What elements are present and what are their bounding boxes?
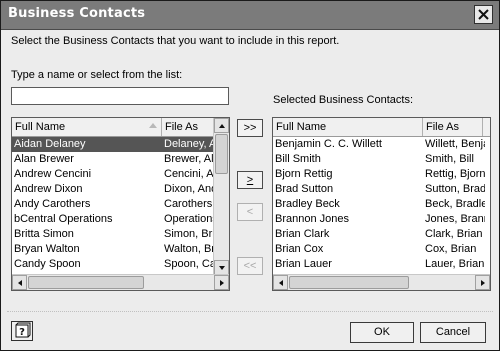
column-header-file-as[interactable]: File As — [162, 118, 217, 136]
add-all-button[interactable]: >> — [237, 119, 263, 137]
contact-full-name: Brannon Jones — [275, 213, 349, 225]
arrow-right-icon — [481, 280, 485, 286]
scroll-left-button[interactable] — [273, 275, 288, 290]
contact-full-name: Bjorn Rettig — [275, 168, 333, 180]
contact-full-name: Benjamin C. C. Willett — [275, 138, 382, 150]
list-item[interactable]: Andy Carothers Carothers, — [12, 197, 229, 212]
list-item[interactable]: Aidan Delaney Delaney, Ai — [12, 137, 229, 152]
list-item[interactable]: Bjorn Rettig Rettig, Bjorn — [273, 167, 490, 182]
available-list-header: Full Name File As — [12, 118, 229, 137]
contact-full-name: Aidan Delaney — [14, 138, 86, 150]
footer-separator — [7, 311, 493, 312]
contact-file-as: Lauer, Brian — [425, 258, 485, 270]
available-rows: Aidan Delaney Delaney, Ai Alan Brewer Brewe… — [12, 137, 229, 287]
scroll-down-button[interactable] — [214, 260, 229, 275]
remove-button[interactable]: < — [237, 203, 263, 221]
cancel-button[interactable]: Cancel — [420, 322, 486, 343]
scroll-right-button[interactable] — [214, 275, 229, 290]
contact-full-name: Britta Simon — [14, 228, 74, 240]
contact-full-name: Alan Brewer — [14, 153, 74, 165]
contact-full-name: Brian Clark — [275, 228, 330, 240]
sort-ascending-icon — [149, 123, 157, 128]
vertical-scroll-thumb[interactable] — [215, 134, 228, 174]
list-item[interactable]: Candy Spoon Spoon, Can — [12, 257, 229, 272]
help-book-icon: ? — [15, 322, 31, 338]
column-header-full-name[interactable]: Full Name — [12, 118, 162, 136]
list-item[interactable]: Brian Clark Clark, Brian — [273, 227, 490, 242]
contact-full-name: Bill Smith — [275, 153, 321, 165]
selected-rows: Benjamin C. C. Willett Willett, Benjam Bil… — [273, 137, 490, 272]
contact-file-as: Sutton, Brad — [425, 183, 485, 195]
contact-file-as: Jones, Brannon — [425, 213, 485, 225]
list-item[interactable]: Alan Brewer Brewer, Ala — [12, 152, 229, 167]
column-header-label: File As — [426, 121, 460, 133]
available-horizontal-scrollbar[interactable] — [12, 274, 229, 290]
contact-full-name: Brad Sutton — [275, 183, 334, 195]
horizontal-scroll-thumb[interactable] — [28, 276, 144, 289]
arrow-up-icon — [219, 124, 225, 128]
list-item[interactable]: bCentral Operations Operations, — [12, 212, 229, 227]
column-header-label: Full Name — [15, 121, 66, 133]
contact-file-as: Cox, Brian — [425, 243, 477, 255]
column-header-label: File As — [165, 121, 199, 133]
add-button[interactable]: > — [237, 171, 263, 189]
contact-full-name: Bryan Walton — [14, 243, 80, 255]
svg-text:?: ? — [19, 327, 25, 338]
close-icon — [478, 9, 489, 20]
search-label: Type a name or select from the list: — [11, 69, 182, 81]
list-item[interactable]: Andrew Dixon Dixon, Andr — [12, 182, 229, 197]
title-bar: Business Contacts — [1, 1, 499, 30]
instruction-text: Select the Business Contacts that you wa… — [11, 35, 340, 47]
dialog-title: Business Contacts — [8, 6, 146, 21]
list-item[interactable]: Brad Sutton Sutton, Brad — [273, 182, 490, 197]
contact-file-as: Willett, Benjam — [425, 138, 485, 150]
contact-full-name: Brian Lauer — [275, 258, 332, 270]
list-item[interactable]: Brian Lauer Lauer, Brian — [273, 257, 490, 272]
list-item[interactable]: Bill Smith Smith, Bill — [273, 152, 490, 167]
available-contacts-list[interactable]: Full Name File As Aidan Delaney Delaney, … — [11, 117, 230, 291]
column-header-full-name[interactable]: Full Name — [273, 118, 423, 136]
contact-full-name: Andrew Cencini — [14, 168, 92, 180]
list-item[interactable]: Andrew Cencini Cencini, An — [12, 167, 229, 182]
arrow-right-icon — [220, 280, 224, 286]
name-search-input[interactable] — [11, 87, 229, 105]
contact-full-name: bCentral Operations — [14, 213, 113, 225]
contact-full-name: Candy Spoon — [14, 258, 81, 270]
contact-file-as: Beck, Bradley — [425, 198, 485, 210]
list-item[interactable]: Britta Simon Simon, Britt — [12, 227, 229, 242]
list-item[interactable]: Bradley Beck Beck, Bradley — [273, 197, 490, 212]
arrow-down-icon — [219, 266, 225, 270]
search-label-text: Type a name or select from the list: — [11, 69, 183, 81]
column-header-file-as[interactable]: File As — [423, 118, 483, 136]
contact-file-as: Smith, Bill — [425, 153, 474, 165]
contact-full-name: Brian Cox — [275, 243, 324, 255]
list-item[interactable]: Benjamin C. C. Willett Willett, Benjam — [273, 137, 490, 152]
contact-file-as: Rettig, Bjorn — [425, 168, 485, 180]
scroll-left-button[interactable] — [12, 275, 27, 290]
list-item[interactable]: Brannon Jones Jones, Brannon — [273, 212, 490, 227]
horizontal-scroll-thumb[interactable] — [289, 276, 409, 289]
selected-list-header: Full Name File As — [273, 118, 490, 137]
selected-contacts-list[interactable]: Full Name File As Benjamin C. C. Willett… — [272, 117, 491, 291]
close-button[interactable] — [474, 5, 493, 24]
business-contacts-dialog: Business Contacts Select the Business Co… — [0, 0, 500, 351]
selected-horizontal-scrollbar[interactable] — [273, 274, 490, 290]
arrow-left-icon — [18, 280, 22, 286]
available-vertical-scrollbar[interactable] — [213, 118, 229, 275]
ok-button[interactable]: OK — [350, 322, 414, 343]
list-item[interactable]: Bryan Walton Walton, Bry — [12, 242, 229, 257]
scroll-right-button[interactable] — [475, 275, 490, 290]
arrow-left-icon — [279, 280, 283, 286]
selected-contacts-label: Selected Business Contacts: — [273, 94, 414, 106]
contact-full-name: Andrew Dixon — [14, 183, 83, 195]
contact-full-name: Bradley Beck — [275, 198, 340, 210]
contact-file-as: Clark, Brian — [425, 228, 483, 240]
list-item[interactable]: Brian Cox Cox, Brian — [273, 242, 490, 257]
scroll-up-button[interactable] — [214, 118, 229, 133]
contact-full-name: Andy Carothers — [14, 198, 91, 210]
remove-all-button[interactable]: << — [237, 257, 263, 275]
column-header-label: Full Name — [276, 121, 327, 133]
help-button[interactable]: ? — [11, 321, 33, 341]
